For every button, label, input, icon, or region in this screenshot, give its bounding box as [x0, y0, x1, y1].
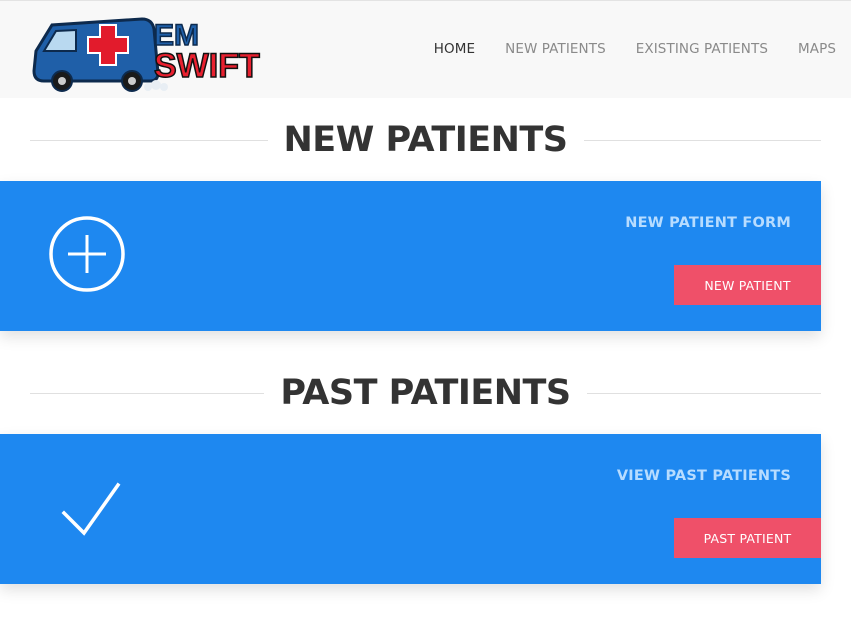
main-nav: HOME NEW PATIENTS EXISTING PATIENTS MAPS — [434, 41, 836, 57]
new-patient-panel: NEW PATIENT FORM NEW PATIENT — [0, 181, 821, 331]
site-header: EM SWIFT HOME NEW PATIENTS EXISTING PATI… — [0, 0, 851, 98]
past-patient-panel: VIEW PAST PATIENTS PAST PATIENT — [0, 434, 821, 584]
plus-circle-icon — [49, 216, 125, 292]
checkmark-icon — [61, 482, 121, 536]
past-patient-button[interactable]: PAST PATIENT — [674, 518, 821, 558]
nav-maps[interactable]: MAPS — [798, 41, 836, 57]
logo-text-swift: SWIFT — [154, 47, 260, 85]
em-swift-logo[interactable]: EM SWIFT — [30, 11, 275, 93]
nav-home[interactable]: HOME — [434, 41, 475, 57]
new-patient-form-title: NEW PATIENT FORM — [625, 215, 791, 231]
nav-new-patients[interactable]: NEW PATIENTS — [505, 41, 606, 57]
heading-divider-left — [30, 139, 268, 141]
heading-divider-right — [586, 392, 822, 394]
new-patients-heading: NEW PATIENTS — [30, 120, 822, 160]
heading-divider-left — [30, 392, 265, 394]
section-title-past-patients: PAST PATIENTS — [280, 373, 571, 413]
nav-existing-patients[interactable]: EXISTING PATIENTS — [636, 41, 768, 57]
heading-divider-right — [583, 139, 822, 141]
new-patient-button[interactable]: NEW PATIENT — [674, 265, 821, 305]
section-title-new-patients: NEW PATIENTS — [283, 120, 568, 160]
view-past-patients-title: VIEW PAST PATIENTS — [616, 468, 791, 484]
past-patients-heading: PAST PATIENTS — [30, 373, 822, 413]
